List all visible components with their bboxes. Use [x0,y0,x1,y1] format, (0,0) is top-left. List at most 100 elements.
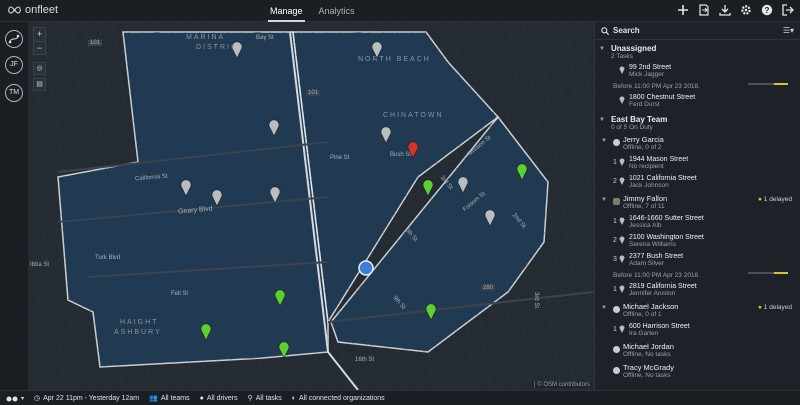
task-row[interactable]: 2 2100 Washington Street Serena Williams [595,232,800,251]
team-subtitle: 0 of 5 On Duty [611,124,653,131]
download-icon[interactable] [719,4,731,16]
time-progress-bar [748,272,788,274]
zoom-in-button[interactable]: + [34,28,45,41]
highway-shield: 101 [306,90,321,96]
gear-icon[interactable] [740,4,752,16]
zoom-control: + − [33,27,46,55]
delay-pin-icon: ● [758,196,762,203]
collapse-caret-icon[interactable]: ▼ [601,305,607,311]
task-row[interactable]: 1 1646-1660 Sutter Street Jessica Alb [595,213,800,232]
task-index: 1 [613,218,617,225]
tab-manage[interactable]: Manage [268,0,305,22]
street-label: Fell St [171,291,189,297]
task-pin-icon [619,285,625,293]
task-contact: Serena Williams [629,241,676,248]
task-address: 1021 California Street [629,175,697,182]
delayed-label: 1 delayed [763,196,792,203]
task-row[interactable]: 3 2377 Bush Street Adam Silver [595,251,800,270]
task-pin-icon [619,158,625,166]
street-label: Bay St [256,35,274,41]
worker-row[interactable]: Tracy McGrady Offline, No tasks [595,361,800,382]
help-icon[interactable]: ? [761,4,773,16]
task-contact: No recipient [629,163,664,170]
drivers-filter[interactable]: ● All drivers [200,395,238,402]
delayed-badge: ● 1 delayed [758,304,792,311]
svg-text:?: ? [765,6,770,15]
task-row[interactable]: 1800 Chestnut Street Ferd Durst [595,92,800,111]
map-view[interactable]: MARINA DISTRICT NORTH BEACH CHINATOWN HA… [28,22,594,390]
date-filter[interactable]: ◷ Apr 22 11pm - Yesterday 12am [34,394,139,403]
map-canvas [28,22,594,390]
hood-haight: HAIGHT [120,319,159,326]
top-bar: onfleet Manage Analytics ? [0,0,800,22]
task-row[interactable]: 99 2nd Street Mick Jagger [595,62,800,81]
worker-status: Offline, 0 of 1 [623,311,662,318]
rail-avatar-tm[interactable]: TM [5,84,23,102]
task-contact: Mick Jagger [629,71,665,78]
collapse-caret-icon[interactable]: ▼ [601,138,607,144]
onfleet-logo[interactable]: onfleet [8,4,58,16]
locate-icon[interactable]: ◎ [33,62,46,75]
zoom-out-button[interactable]: − [34,41,45,54]
hood-marina: MARINA [186,34,226,41]
worker-status-icon [613,346,620,353]
task-row[interactable]: 1 1944 Mason Street No recipient [595,154,800,173]
task-row[interactable]: 1 600 Harrison Street Ira Garten [595,321,800,340]
worker-status: Offline, No tasks [623,372,671,379]
task-contact: Jessica Alb [629,222,662,229]
search-label: Search [613,26,640,35]
task-contact: Ira Garten [629,330,659,337]
binoculars-filter[interactable]: ▾ [6,395,24,402]
worker-name: Jerry Garcia [623,135,664,144]
search-bar[interactable]: Search ☰▾ [595,22,800,40]
pin-icon: ⚲ [247,395,253,402]
task-row[interactable]: 2 1021 California Street Jack Johnson [595,173,800,192]
task-index: 1 [613,286,617,293]
left-rail: JF TM [0,22,28,390]
street-label: Turk Blvd [95,255,121,261]
tasks-filter[interactable]: ⚲ All tasks [247,394,282,403]
layers-icon[interactable]: ▤ [33,78,46,91]
plus-icon[interactable] [677,4,689,16]
highway-shield: 101 [88,40,103,46]
time-window-label: Before 11:00 PM Apr 23 2018. [613,272,700,279]
orgs-filter[interactable]: ◐ All connected organizations [292,395,385,402]
hood-chinatown: CHINATOWN [383,112,444,119]
task-contact: Jennifer Aniston [629,290,676,297]
worker-row[interactable]: ▼ Jerry Garcia Offline, 0 of 2 [595,133,800,154]
filter-bar: ▾ ◷ Apr 22 11pm - Yesterday 12am 👥 All tea… [0,390,800,405]
worker-status: Offline, 0 of 2 [623,144,662,151]
import-icon[interactable] [698,4,710,16]
logout-icon[interactable] [782,4,794,16]
worker-name: Michael Jordan [623,342,674,351]
collapse-caret-icon[interactable]: ▼ [599,46,605,52]
worker-status-icon [613,306,620,313]
task-index: 2 [613,178,617,185]
task-address: 2100 Washington Street [629,234,704,241]
collapse-caret-icon[interactable]: ▼ [601,197,607,203]
task-index: 3 [613,256,617,263]
list-menu-icon[interactable]: ☰▾ [783,26,794,35]
task-pin-icon [619,255,625,263]
map-attribution: | © OSM contributors [532,382,592,388]
route-plan-icon[interactable] [5,30,23,48]
task-address: 2819 California Street [629,283,697,290]
task-contact: Jack Johnson [629,182,669,189]
tab-analytics[interactable]: Analytics [317,0,357,22]
task-row[interactable]: 1 2819 California Street Jennifer Anisto… [595,281,800,300]
worker-row[interactable]: ▼ Michael Jackson Offline, 0 of 1 ● 1 de… [595,300,800,321]
team-group[interactable]: ▼ East Bay Team 0 of 5 On Duty [595,111,800,133]
task-pin-icon [619,325,625,333]
binoculars-icon [6,396,18,401]
task-contact: Ferd Durst [629,101,660,108]
brand-name: onfleet [25,4,59,16]
task-address: 1800 Chestnut Street [629,94,696,101]
worker-row[interactable]: Michael Jordan Offline, No tasks [595,340,800,361]
collapse-caret-icon[interactable]: ▼ [599,117,605,123]
teams-filter[interactable]: 👥 All teams [149,394,190,403]
task-index: 1 [613,159,617,166]
unassigned-group[interactable]: ▼ Unassigned 2 Tasks [595,40,800,62]
street-label: 3rd St [533,291,540,309]
worker-row[interactable]: ▼ Jimmy Fallon Offline, 7 of 11 ● 1 dela… [595,192,800,213]
rail-avatar-jf[interactable]: JF [5,56,23,74]
